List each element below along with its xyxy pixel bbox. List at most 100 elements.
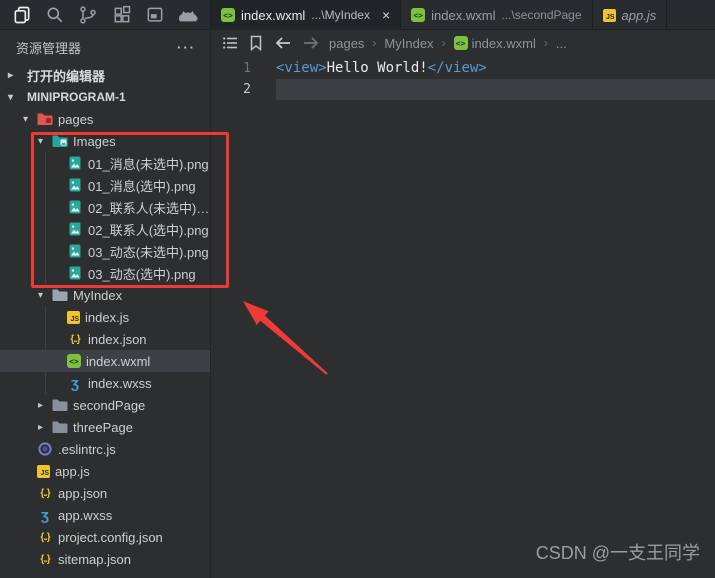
more-actions-button[interactable]: ···	[177, 40, 196, 55]
folder-icon	[52, 419, 68, 435]
folder-icon	[52, 397, 68, 413]
tree-item-label: secondPage	[73, 397, 146, 413]
chevron-icon[interactable]: ▾	[23, 114, 37, 125]
tree-item-app.json[interactable]: {..} app.json	[0, 482, 210, 504]
forward-arrow-icon[interactable]	[301, 34, 321, 52]
tree-item-01_消息(选中).png[interactable]: 01_消息(选中).png	[0, 174, 210, 196]
js-icon: JS	[602, 8, 616, 22]
folder-images-icon	[52, 133, 68, 149]
code-segment: Hello World!	[326, 60, 428, 76]
tree-item-pages[interactable]: ▾ pages	[0, 108, 210, 130]
breadcrumb-separator: ›	[441, 36, 446, 50]
tree-item-label: .eslintrc.js	[58, 441, 116, 457]
back-arrow-icon[interactable]	[273, 34, 293, 52]
tree-item-app.wxss[interactable]: ʒ app.wxss	[0, 504, 210, 526]
tab-label: app.js	[621, 7, 657, 23]
breadcrumb-item[interactable]: ...	[556, 36, 567, 51]
tree-item-index.wxml[interactable]: <> index.wxml	[0, 350, 210, 372]
folder-glyph	[52, 289, 68, 301]
code-line[interactable]: 2	[211, 79, 715, 100]
tree-item-MyIndex[interactable]: ▾ MyIndex	[0, 284, 210, 306]
breadcrumb-item[interactable]: pages	[329, 36, 364, 51]
folder-glyph	[52, 399, 68, 411]
json-icon: {..}	[70, 333, 80, 345]
tree-item-03_动态(未选中).png[interactable]: 03_动态(未选中).png	[0, 240, 210, 262]
folder-glyph	[37, 113, 53, 125]
tab-label: index.wxml	[241, 7, 306, 23]
tree-item-secondPage[interactable]: ▸ secondPage	[0, 394, 210, 416]
image-icon	[67, 155, 83, 171]
tree-item-label: index.wxml	[86, 353, 151, 369]
files-icon[interactable]	[11, 4, 33, 26]
json-icon: {..}	[40, 553, 50, 565]
tab-description: ...\MyIndex	[311, 8, 370, 22]
eslint-glyph	[38, 442, 52, 456]
tree-item-MINIPROGRAM-1[interactable]: ▾ MINIPROGRAM-1	[0, 86, 210, 108]
sidebar-explorer: 资源管理器 ··· ▸ 打开的编辑器 ▾ MINIPROGRAM-1 ▾ pages ▾ …	[0, 30, 211, 578]
tree-item-label: app.js	[55, 463, 90, 479]
wxss-icon: ʒ	[71, 374, 79, 392]
tree-item-app.js[interactable]: JS app.js	[0, 460, 210, 482]
tree-item-01_消息(未选中).png[interactable]: 01_消息(未选中).png	[0, 152, 210, 174]
image-icon	[67, 265, 83, 281]
tree-item-02_联系人(未选中).p...[interactable]: 02_联系人(未选中).p...	[0, 196, 210, 218]
search-icon[interactable]	[44, 4, 66, 26]
tree-item-打开的编辑器[interactable]: ▸ 打开的编辑器	[0, 64, 210, 86]
image-glyph	[69, 266, 81, 280]
outline-list-icon[interactable]	[221, 34, 239, 52]
cat-glyph	[178, 11, 198, 22]
breadcrumb-item[interactable]: MyIndex	[384, 36, 433, 51]
tree-item-label: pages	[58, 111, 94, 127]
tree-item-.eslintrc.js[interactable]: .eslintrc.js	[0, 438, 210, 460]
breadcrumb-separator: ›	[543, 36, 548, 50]
image-icon	[67, 199, 83, 215]
chevron-icon[interactable]: ▾	[8, 92, 22, 103]
tree-item-label: app.wxss	[58, 507, 113, 523]
source-control-icon[interactable]	[77, 4, 99, 26]
tree-item-label: app.json	[58, 485, 108, 501]
chevron-icon[interactable]: ▸	[8, 70, 22, 81]
tree-item-Images[interactable]: ▾ Images	[0, 130, 210, 152]
tree-item-index.json[interactable]: {..} index.json	[0, 328, 210, 350]
tab-description: ...\secondPage	[501, 8, 582, 22]
line-content	[276, 79, 715, 100]
bookmark-icon[interactable]	[247, 34, 265, 52]
bookmark-glyph	[250, 35, 262, 51]
close-icon[interactable]: ×	[382, 8, 390, 22]
image-icon	[67, 221, 83, 237]
cat-icon[interactable]	[177, 4, 199, 26]
activity-bar	[0, 0, 211, 30]
window-icon[interactable]	[144, 4, 166, 26]
breadcrumb-label: pages	[329, 35, 365, 51]
tree-item-label: MyIndex	[73, 287, 123, 303]
chevron-icon[interactable]: ▸	[38, 400, 52, 411]
tree-item-02_联系人(选中).png[interactable]: 02_联系人(选中).png	[0, 218, 210, 240]
sidebar-title: 资源管理器	[16, 40, 82, 56]
extensions-glyph	[114, 5, 130, 23]
tree-item-project.config.json[interactable]: {..} project.config.json	[0, 526, 210, 548]
tree-item-index.wxss[interactable]: ʒ index.wxss	[0, 372, 210, 394]
chevron-icon[interactable]: ▾	[38, 290, 52, 301]
tree-item-index.js[interactable]: JS index.js	[0, 306, 210, 328]
folder-pages-icon	[37, 111, 53, 127]
json-icon: {..}	[40, 531, 50, 543]
tab-app.js[interactable]: JS app.js	[593, 0, 668, 30]
tree-item-threePage[interactable]: ▸ threePage	[0, 416, 210, 438]
tab-index.wxml[interactable]: <> index.wxml ...\MyIndex ×	[211, 0, 402, 30]
tab-index.wxml[interactable]: <> index.wxml ...\secondPage	[401, 0, 593, 30]
wxss-icon: ʒ	[41, 506, 49, 524]
tree-item-03_动态(选中).png[interactable]: 03_动态(选中).png	[0, 262, 210, 284]
tree-item-label: project.config.json	[58, 529, 163, 545]
chevron-icon[interactable]: ▸	[38, 422, 52, 433]
tree-item-label: 打开的编辑器	[27, 68, 106, 84]
chevron-icon[interactable]: ▾	[38, 136, 52, 147]
code-line[interactable]: 1 <view>Hello World!</view>	[211, 58, 715, 79]
breadcrumb-item[interactable]: <> index.wxml	[453, 36, 536, 51]
app-window: <> index.wxml ...\MyIndex × <> index.wxml ...\…	[0, 0, 715, 578]
image-glyph	[69, 244, 81, 258]
window-glyph	[147, 7, 163, 22]
tree-item-sitemap.json[interactable]: {..} sitemap.json	[0, 548, 210, 570]
js-icon: JS	[67, 310, 80, 324]
extensions-icon[interactable]	[111, 4, 133, 26]
folder-open-icon	[52, 287, 68, 303]
